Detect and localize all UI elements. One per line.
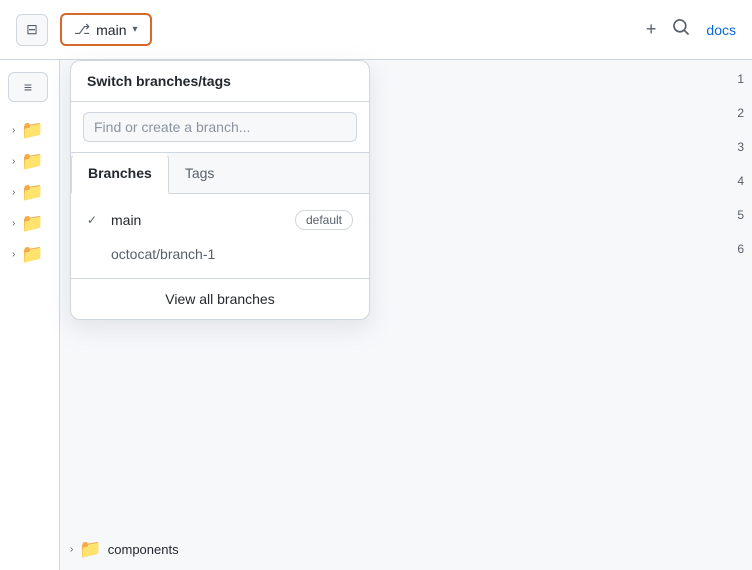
view-all-branches-button[interactable]: View all branches <box>71 278 369 319</box>
list-item[interactable]: › 📁 <box>8 118 51 143</box>
dropdown-title: Switch branches/tags <box>71 61 369 102</box>
line-number: 6 <box>737 242 744 256</box>
components-label: components <box>108 542 179 557</box>
components-folder-row[interactable]: › 📁 components <box>70 539 179 560</box>
branch-search-input[interactable] <box>83 112 357 142</box>
line-number: 1 <box>737 72 744 86</box>
tab-tags[interactable]: Tags <box>169 153 231 193</box>
folder-icon: 📁 <box>21 120 43 141</box>
search-button[interactable] <box>672 18 690 41</box>
branch-list: ✓ main default octocat/branch-1 <box>71 194 369 278</box>
toolbar-actions: + docs <box>646 18 736 41</box>
tab-branches[interactable]: Branches <box>71 153 169 194</box>
file-list: › 📁 › 📁 › 📁 › 📁 › 📁 <box>8 118 51 267</box>
sidebar: ≡ › 📁 › 📁 › 📁 › 📁 › 📁 <box>0 60 60 570</box>
expand-icon: › <box>12 156 15 167</box>
list-item[interactable]: › 📁 <box>8 211 51 236</box>
check-icon: ✓ <box>87 213 103 227</box>
dropdown-search-area <box>71 102 369 153</box>
branch-item-name: main <box>111 212 287 228</box>
branch-name-label: main <box>96 22 126 38</box>
folder-icon: 📁 <box>21 151 43 172</box>
list-item[interactable]: › 📁 <box>8 180 51 205</box>
branch-dropdown-panel: Switch branches/tags Branches Tags ✓ mai… <box>70 60 370 320</box>
folder-icon: 📁 <box>21 213 43 234</box>
expand-icon: › <box>70 544 73 555</box>
add-icon: + <box>646 19 657 40</box>
chevron-down-icon: ▾ <box>133 24 138 35</box>
toolbar: ⊟ ⎇ main ▾ + docs <box>0 0 752 60</box>
line-numbers: 1 2 3 4 5 6 <box>729 60 752 268</box>
sidebar-toggle-button[interactable]: ⊟ <box>16 14 48 46</box>
list-item[interactable]: › 📁 <box>8 149 51 174</box>
expand-icon: › <box>12 125 15 136</box>
list-item[interactable]: › 📁 <box>8 242 51 267</box>
branch-item-octocat[interactable]: octocat/branch-1 <box>71 238 369 270</box>
tab-bar: Branches Tags <box>71 153 369 194</box>
folder-icon: 📁 <box>21 182 43 203</box>
docs-link[interactable]: docs <box>706 22 736 38</box>
line-number: 3 <box>737 140 744 154</box>
branch-item-main[interactable]: ✓ main default <box>71 202 369 238</box>
line-number: 4 <box>737 174 744 188</box>
line-number: 2 <box>737 106 744 120</box>
branch-icon: ⎇ <box>74 21 90 38</box>
line-number: 5 <box>737 208 744 222</box>
expand-icon: › <box>12 187 15 198</box>
folder-icon: 📁 <box>21 244 43 265</box>
sidebar-toggle-icon: ⊟ <box>26 21 38 38</box>
expand-icon: › <box>12 249 15 260</box>
branch-item-name: octocat/branch-1 <box>111 246 353 262</box>
filter-icon: ≡ <box>24 79 32 95</box>
folder-icon: 📁 <box>79 539 101 560</box>
expand-icon: › <box>12 218 15 229</box>
branch-selector-button[interactable]: ⎇ main ▾ <box>60 13 152 46</box>
filter-button[interactable]: ≡ <box>8 72 48 102</box>
add-button[interactable]: + <box>646 19 657 40</box>
search-icon <box>672 18 690 41</box>
default-badge: default <box>295 210 353 230</box>
